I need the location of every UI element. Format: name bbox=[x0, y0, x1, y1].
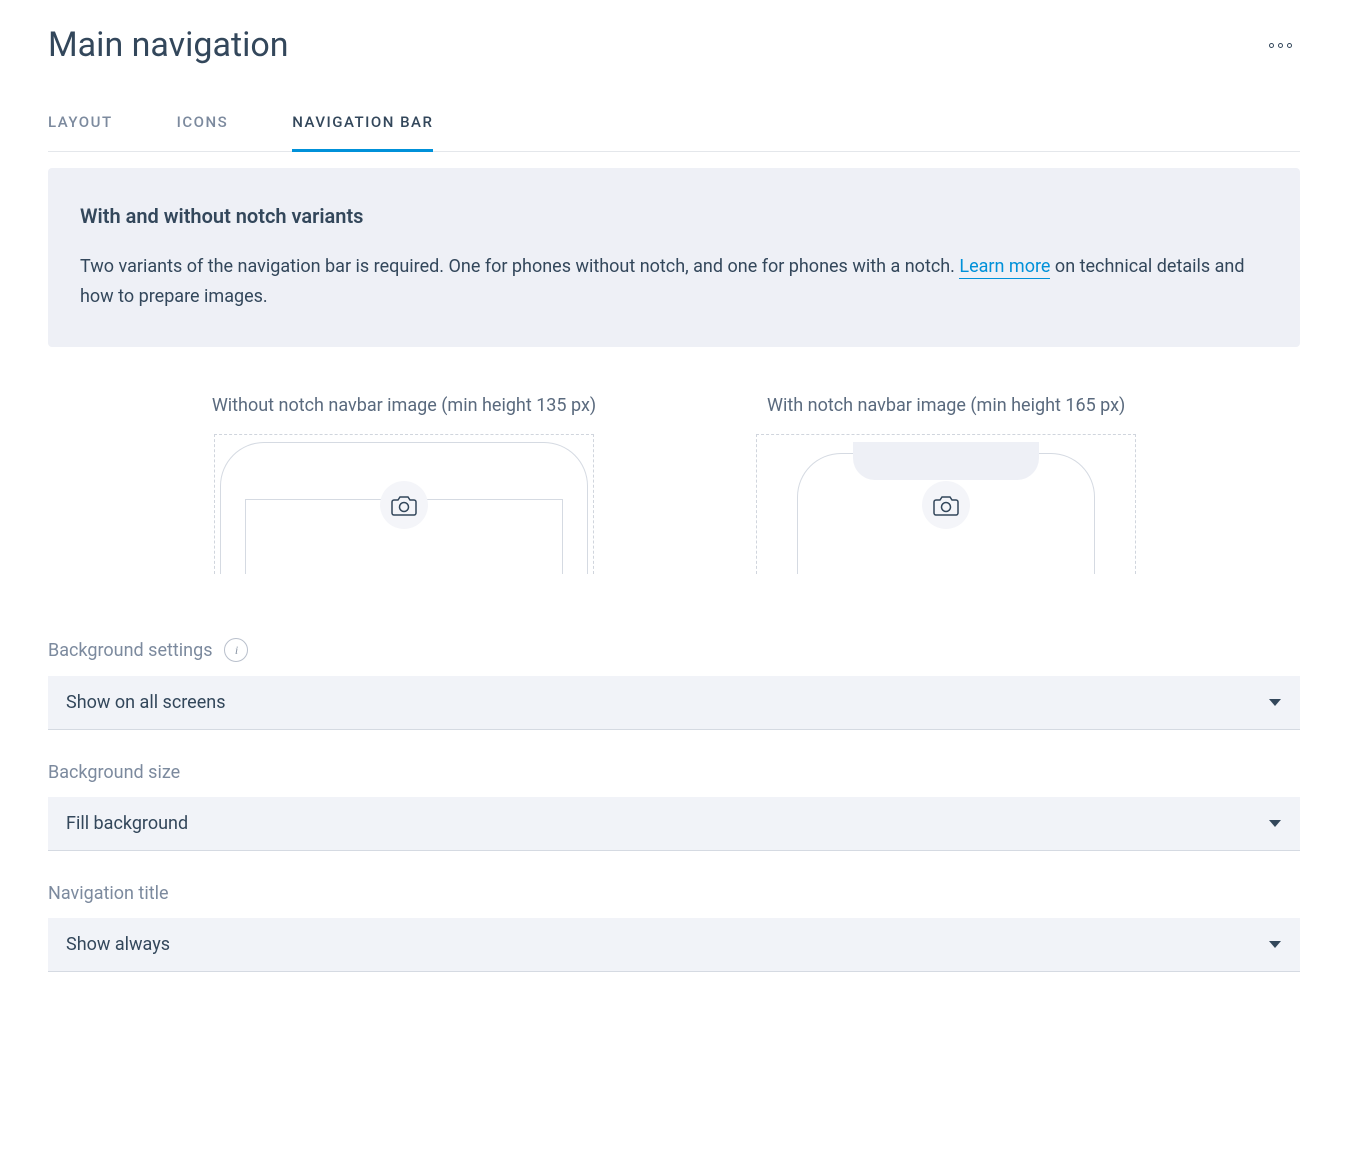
chevron-down-icon bbox=[1268, 934, 1282, 955]
nav-title-label: Navigation title bbox=[48, 883, 169, 904]
chevron-down-icon bbox=[1268, 692, 1282, 713]
with-notch-upload-zone[interactable] bbox=[756, 434, 1136, 574]
tab-navigation-bar[interactable]: Navigation bar bbox=[292, 113, 433, 151]
bg-size-select[interactable]: Fill background bbox=[48, 797, 1300, 851]
info-text-part1: Two variants of the navigation bar is re… bbox=[80, 256, 959, 277]
learn-more-link[interactable]: Learn more bbox=[959, 256, 1050, 279]
info-panel-title: With and without notch variants bbox=[80, 204, 1268, 228]
bg-size-label: Background size bbox=[48, 762, 180, 783]
nav-title-select[interactable]: Show always bbox=[48, 918, 1300, 972]
bg-settings-label: Background settings bbox=[48, 640, 212, 661]
without-notch-label: Without notch navbar image (min height 1… bbox=[212, 395, 596, 416]
info-panel-text: Two variants of the navigation bar is re… bbox=[80, 252, 1268, 311]
camera-icon bbox=[922, 481, 970, 529]
with-notch-label: With notch navbar image (min height 165 … bbox=[767, 395, 1125, 416]
nav-title-value: Show always bbox=[66, 934, 170, 955]
without-notch-upload-zone[interactable] bbox=[214, 434, 594, 574]
tabs-container: Layout Icons Navigation bar bbox=[48, 113, 1300, 152]
tab-layout[interactable]: Layout bbox=[48, 113, 113, 151]
bg-settings-value: Show on all screens bbox=[66, 692, 226, 713]
chevron-down-icon bbox=[1268, 813, 1282, 834]
notch-shape bbox=[853, 442, 1039, 480]
info-panel: With and without notch variants Two vari… bbox=[48, 168, 1300, 347]
page-title: Main navigation bbox=[48, 25, 289, 65]
bg-settings-select[interactable]: Show on all screens bbox=[48, 676, 1300, 730]
tab-icons[interactable]: Icons bbox=[177, 113, 229, 151]
more-options-icon[interactable] bbox=[1261, 35, 1300, 56]
info-icon[interactable]: i bbox=[224, 638, 248, 662]
camera-icon bbox=[380, 481, 428, 529]
bg-size-value: Fill background bbox=[66, 813, 188, 834]
